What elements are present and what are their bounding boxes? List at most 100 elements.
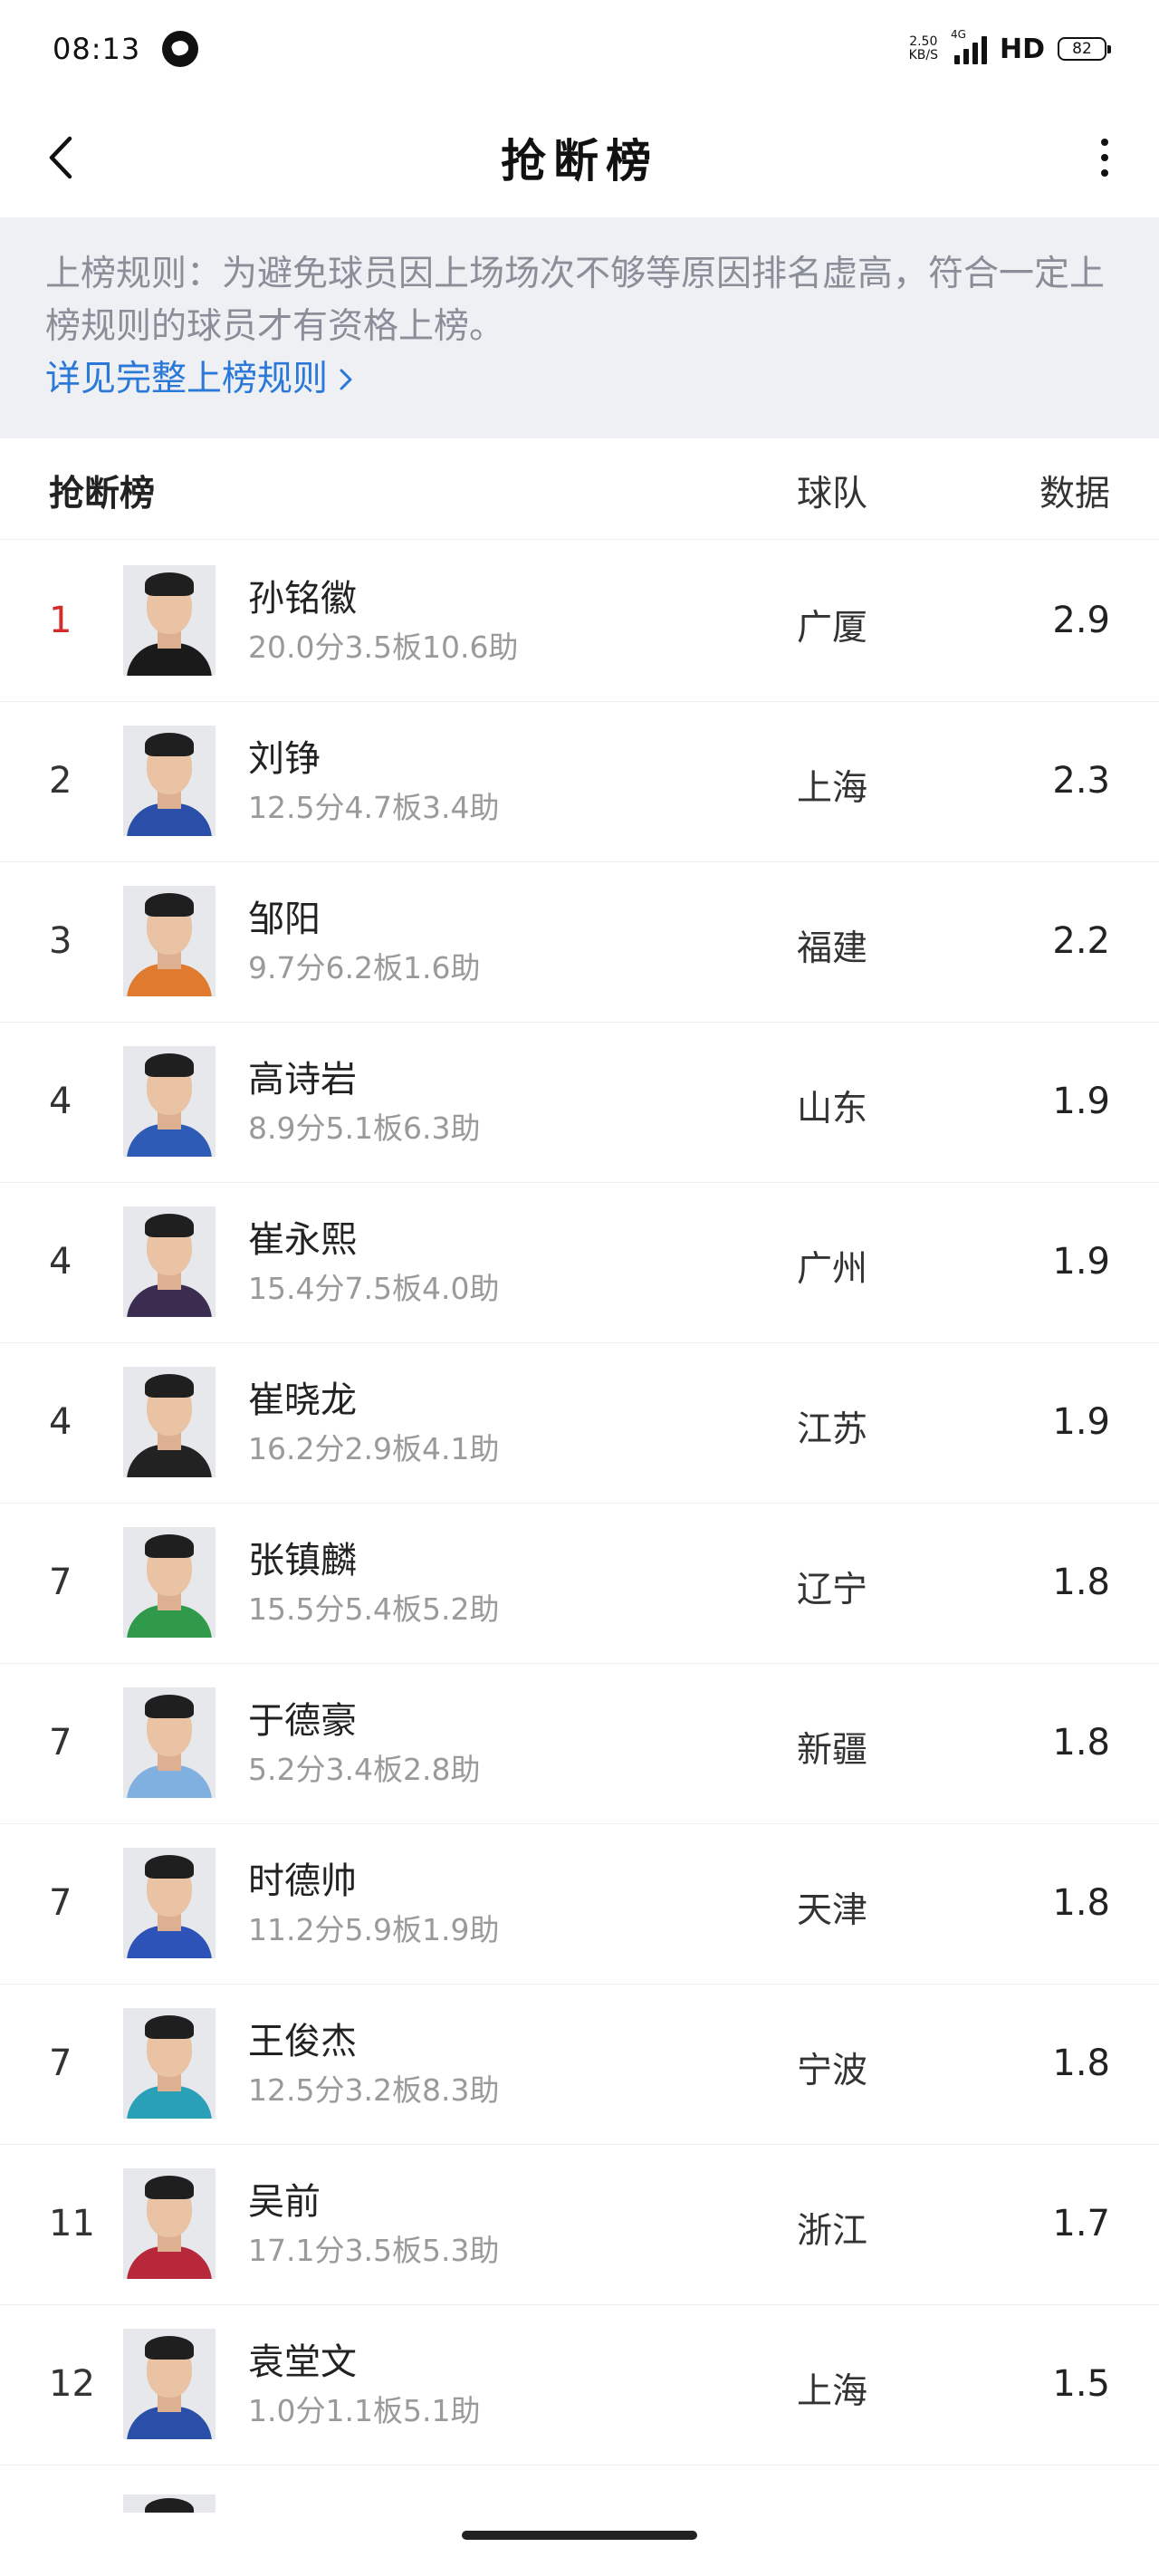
- player-row[interactable]: 1 孙铭徽 20.0分3.5板10.6助 广厦 2.9: [0, 542, 1159, 702]
- steals-value: 1.8: [1052, 1562, 1110, 1603]
- player-row[interactable]: 7 王俊杰 12.5分3.2板8.3助 宁波 1.8: [0, 1985, 1159, 2145]
- player-row[interactable]: 7 张镇麟 15.5分5.4板5.2助 辽宁 1.8: [0, 1504, 1159, 1664]
- player-avatar: [123, 2494, 216, 2513]
- player-stats: 12.5分4.7板3.4助: [248, 790, 500, 825]
- status-indicators: 2.50 KB/S 4G HD 82: [909, 28, 1111, 65]
- player-row[interactable]: 4 高诗岩 8.9分5.1板6.3助 山东 1.9: [0, 1023, 1159, 1183]
- table-title-header: 抢断榜: [49, 474, 156, 514]
- player-avatar: [123, 726, 216, 836]
- team-name: 福建: [797, 928, 868, 969]
- rank: 11: [49, 2203, 95, 2244]
- player-row[interactable]: 7 于德豪 5.2分3.4板2.8助 新疆 1.8: [0, 1664, 1159, 1824]
- player-row[interactable]: 4 崔晓龙 16.2分2.9板4.1助 江苏 1.9: [0, 1343, 1159, 1504]
- network-speed-value: 2.50: [909, 34, 938, 49]
- more-options-button[interactable]: [1083, 129, 1126, 187]
- chevron-right-icon: [340, 369, 352, 390]
- steals-value: 1.9: [1052, 1401, 1110, 1443]
- more-dot-icon: [1101, 169, 1108, 177]
- player-avatar: [123, 1206, 216, 1317]
- player-avatar: [123, 565, 216, 676]
- rank: 7: [49, 1722, 72, 1764]
- team-name: 宁波: [797, 2051, 868, 2091]
- status-time: 08:13: [53, 32, 141, 66]
- full-rules-link[interactable]: 详见完整上榜规则: [45, 353, 353, 406]
- player-name: 孙铭徽: [248, 578, 357, 620]
- player-stats: 15.4分7.5板4.0助: [248, 1271, 500, 1306]
- player-name: 高诗岩: [248, 1059, 357, 1101]
- nav-bar: 抢断榜: [0, 98, 1159, 217]
- rank: 7: [49, 2043, 72, 2084]
- player-avatar: [123, 1367, 216, 1477]
- player-row[interactable]: 11 吴前 17.1分3.5板5.3助 浙江 1.7: [0, 2145, 1159, 2305]
- rank: 1: [49, 600, 72, 641]
- steals-value: 1.9: [1052, 1081, 1110, 1122]
- player-stats: 5.2分3.4板2.8助: [248, 1752, 481, 1787]
- player-name: 刘铮: [248, 738, 321, 780]
- player-avatar: [123, 1848, 216, 1958]
- steals-value: 1.8: [1052, 2043, 1110, 2084]
- player-name: 崔永熙: [248, 1219, 357, 1261]
- network-type: 4G: [950, 28, 966, 41]
- steals-value: 1.9: [1052, 1241, 1110, 1283]
- rank: 12: [49, 2363, 95, 2405]
- more-dot-icon: [1101, 139, 1108, 146]
- player-avatar: [123, 886, 216, 996]
- status-bar: 08:13 2.50 KB/S 4G HD 82: [0, 0, 1159, 98]
- player-avatar: [123, 2329, 216, 2439]
- full-rules-link-label: 详见完整上榜规则: [45, 359, 329, 399]
- player-name: 时德帅: [248, 1860, 357, 1902]
- steals-value: 1.7: [1052, 2203, 1110, 2244]
- ranking-list: 1 孙铭徽 20.0分3.5板10.6助 广厦 2.9 2 刘铮 12.5分4.…: [0, 542, 1159, 2465]
- player-name: 吴前: [248, 2181, 321, 2223]
- player-avatar: [123, 1046, 216, 1157]
- player-name: 邹阳: [248, 899, 321, 940]
- steals-value: 1.8: [1052, 1882, 1110, 1924]
- app-notification-icon: [162, 31, 199, 67]
- player-row[interactable]: 4 崔永熙 15.4分7.5板4.0助 广州 1.9: [0, 1183, 1159, 1343]
- team-name: 山东: [797, 1089, 868, 1129]
- steals-value: 2.9: [1052, 600, 1110, 641]
- player-avatar: [123, 1527, 216, 1638]
- player-row[interactable]: 3 邹阳 9.7分6.2板1.6助 福建 2.2: [0, 862, 1159, 1023]
- rank: 2: [49, 760, 72, 802]
- team-name: 广州: [797, 1249, 868, 1290]
- player-stats: 11.2分5.9板1.9助: [248, 1912, 500, 1947]
- home-indicator[interactable]: [462, 2531, 697, 2540]
- player-stats: 16.2分2.9板4.1助: [248, 1431, 500, 1466]
- player-stats: 12.5分3.2板8.3助: [248, 2072, 500, 2108]
- player-stats: 15.5分5.4板5.2助: [248, 1591, 500, 1627]
- steals-value: 1.5: [1052, 2363, 1110, 2405]
- player-name: 张镇麟: [248, 1540, 357, 1581]
- team-name: 新疆: [797, 1730, 868, 1771]
- team-name: 辽宁: [797, 1570, 868, 1610]
- rank: 4: [49, 1081, 72, 1122]
- player-stats: 20.0分3.5板10.6助: [248, 630, 519, 665]
- table-header: 抢断榜 球队 数据: [0, 438, 1159, 540]
- player-avatar: [123, 2008, 216, 2119]
- battery-level: 82: [1072, 40, 1092, 58]
- battery-icon: 82: [1058, 37, 1111, 61]
- player-name: 王俊杰: [248, 2021, 357, 2062]
- steals-value: 2.2: [1052, 920, 1110, 962]
- player-row[interactable]: 2 刘铮 12.5分4.7板3.4助 上海 2.3: [0, 702, 1159, 862]
- player-stats: 1.0分1.1板5.1助: [248, 2393, 481, 2428]
- rank: 4: [49, 1401, 72, 1443]
- network-speed-unit: KB/S: [908, 48, 938, 62]
- player-avatar: [123, 1687, 216, 1798]
- player-row[interactable]: 7 时德帅 11.2分5.9板1.9助 天津 1.8: [0, 1824, 1159, 1985]
- team-name: 江苏: [797, 1409, 868, 1450]
- data-column-header: 数据: [1039, 474, 1110, 514]
- team-name: 上海: [797, 2371, 868, 2412]
- team-name: 上海: [797, 768, 868, 809]
- network-speed: 2.50 KB/S: [909, 35, 938, 62]
- rule-banner: 上榜规则：为避免球员因上场场次不够等原因排名虚高，符合一定上榜规则的球员才有资格…: [0, 217, 1159, 438]
- hd-icon: HD: [999, 33, 1045, 65]
- steals-value: 1.8: [1052, 1722, 1110, 1764]
- player-name: 袁堂文: [248, 2341, 357, 2383]
- more-dot-icon: [1101, 154, 1108, 161]
- team-column-header: 球队: [797, 474, 868, 514]
- rank: 7: [49, 1882, 72, 1924]
- steals-value: 2.3: [1052, 760, 1110, 802]
- team-name: 浙江: [797, 2211, 868, 2252]
- player-row[interactable]: 12 袁堂文 1.0分1.1板5.1助 上海 1.5: [0, 2305, 1159, 2465]
